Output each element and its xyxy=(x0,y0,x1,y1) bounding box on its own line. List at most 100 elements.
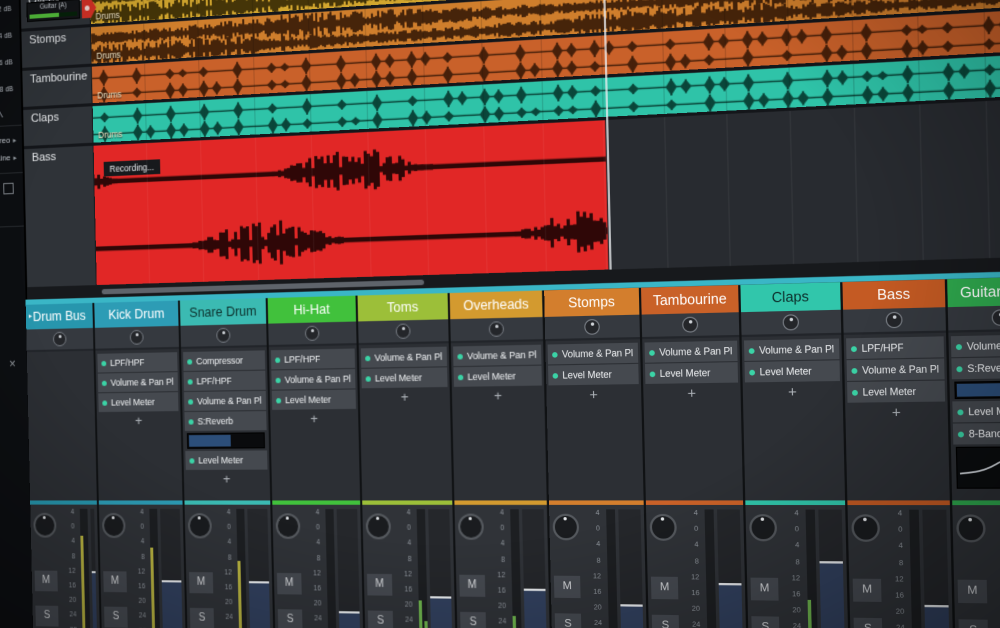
insert-slot[interactable]: Level Meter xyxy=(453,366,541,387)
fader-handle[interactable] xyxy=(249,581,272,628)
channel-name-header[interactable]: Guitar Lead xyxy=(947,276,1000,307)
insert-slot[interactable]: Volume & Pan Plugin xyxy=(744,339,840,361)
input-gain-knob-icon[interactable] xyxy=(396,323,411,339)
insert-slot[interactable]: Level Meter xyxy=(272,389,356,409)
insert-slot[interactable]: Volume & Pan Plugin xyxy=(271,369,355,390)
track-header[interactable]: Stomps xyxy=(21,27,91,68)
input-gain-knob-icon[interactable] xyxy=(886,312,903,329)
channel-name-header[interactable]: Tambourine xyxy=(641,285,739,315)
solo-button[interactable]: S xyxy=(35,606,58,627)
mute-button[interactable]: M xyxy=(750,578,778,601)
mute-button[interactable]: M xyxy=(651,577,678,600)
pan-knob[interactable] xyxy=(102,513,126,538)
fader-handle[interactable] xyxy=(430,596,454,628)
add-insert-button[interactable]: + xyxy=(454,387,542,406)
fader-handle[interactable] xyxy=(819,561,846,628)
insert-slot[interactable]: Level Meter xyxy=(952,400,1000,422)
solo-button[interactable]: S xyxy=(854,618,883,628)
insert-slot[interactable]: LPF/HPF xyxy=(846,336,944,359)
solo-button[interactable]: S xyxy=(104,607,128,628)
solo-button[interactable]: S xyxy=(652,615,679,628)
track-header-bass[interactable]: Bass Guitar (A) xyxy=(24,146,97,287)
solo-button[interactable]: S xyxy=(958,619,988,628)
insert-slot[interactable]: S:Reverb xyxy=(184,411,266,431)
input-gain-knob-icon[interactable] xyxy=(992,309,1000,326)
solo-button[interactable]: S xyxy=(368,610,393,628)
solo-button[interactable]: S xyxy=(278,609,303,628)
insert-slot[interactable]: Volume & Pan Plugin xyxy=(847,358,945,380)
fader-handle[interactable] xyxy=(162,580,184,628)
fader-handle[interactable] xyxy=(339,611,362,628)
add-insert-button[interactable]: + xyxy=(362,388,448,407)
checkbox[interactable] xyxy=(3,183,14,195)
insert-slot[interactable]: Level Meter xyxy=(645,362,738,384)
pan-knob[interactable] xyxy=(851,514,880,542)
channel-name-header[interactable]: Stomps xyxy=(544,288,639,317)
pan-knob[interactable] xyxy=(552,514,579,541)
insert-slot[interactable]: Volume & Pan Plugin xyxy=(548,343,639,365)
input-gain-knob-icon[interactable] xyxy=(305,326,320,341)
send-level-slider[interactable] xyxy=(187,432,265,449)
input-gain-knob-icon[interactable] xyxy=(53,332,67,347)
pan-knob[interactable] xyxy=(649,514,677,541)
pan-knob[interactable] xyxy=(188,513,212,538)
add-insert-button[interactable]: + xyxy=(745,382,840,402)
io-option-stereo[interactable]: Stereo▸ xyxy=(0,135,16,146)
channel-name-header[interactable]: Overheads xyxy=(450,290,543,319)
add-insert-button[interactable]: + xyxy=(645,384,738,403)
track-header[interactable]: Tambourine xyxy=(22,67,92,107)
mute-button[interactable]: M xyxy=(853,579,882,602)
channel-name-header[interactable]: Bass xyxy=(842,279,945,309)
insert-slot[interactable]: Level Meter xyxy=(98,392,178,412)
fader-track[interactable] xyxy=(247,509,272,628)
fader-track[interactable] xyxy=(160,509,184,628)
insert-slot[interactable]: Level Meter xyxy=(185,450,267,470)
input-gain-knob-icon[interactable] xyxy=(216,328,230,343)
fader-handle[interactable] xyxy=(92,571,99,628)
mute-button[interactable]: M xyxy=(459,575,485,597)
fader-track[interactable] xyxy=(90,509,98,628)
input-gain-knob-icon[interactable] xyxy=(489,321,504,337)
pan-knob[interactable] xyxy=(33,513,56,538)
insert-slot[interactable]: Level Meter xyxy=(744,360,840,382)
insert-slot[interactable]: LPF/HPF xyxy=(184,371,266,391)
fader-track[interactable] xyxy=(922,510,951,628)
input-gain-knob-icon[interactable] xyxy=(584,319,600,335)
insert-slot[interactable]: LPF/HPF xyxy=(97,352,177,372)
recording-clip[interactable]: Recording... xyxy=(94,120,609,285)
pan-knob[interactable] xyxy=(366,513,392,539)
pan-knob[interactable] xyxy=(749,514,777,541)
fader-track[interactable] xyxy=(522,509,548,628)
insert-slot[interactable]: Volume & Pan Plugin xyxy=(98,372,178,392)
mute-button[interactable]: M xyxy=(35,571,58,592)
fader-track[interactable] xyxy=(428,509,454,628)
fader-track[interactable] xyxy=(818,510,846,628)
add-insert-button[interactable]: + xyxy=(548,385,639,404)
mute-button[interactable]: M xyxy=(367,574,392,596)
channel-name-header[interactable]: Snare Drum xyxy=(180,298,266,326)
input-gain-knob-icon[interactable] xyxy=(682,317,698,333)
solo-button[interactable]: S xyxy=(555,613,582,628)
add-insert-button[interactable]: + xyxy=(186,471,268,488)
add-insert-button[interactable]: + xyxy=(848,403,946,423)
insert-slot[interactable]: Level Meter xyxy=(847,381,945,403)
insert-slot[interactable]: 8-Band Equaliser xyxy=(953,423,1000,445)
pan-knob[interactable] xyxy=(956,514,986,542)
fader-handle[interactable] xyxy=(719,583,745,628)
close-icon[interactable]: × xyxy=(9,358,16,370)
fader-handle[interactable] xyxy=(524,589,549,628)
channel-name-header[interactable]: ▸ Drum Bus xyxy=(26,303,93,330)
insert-slot[interactable]: Volume & Pan Plugin xyxy=(644,341,737,363)
mute-button[interactable]: M xyxy=(189,572,213,593)
solo-button[interactable]: S xyxy=(460,612,486,628)
fader-handle[interactable] xyxy=(924,605,951,628)
mute-button[interactable]: M xyxy=(277,573,302,595)
fader-track[interactable] xyxy=(618,509,645,628)
solo-button[interactable]: S xyxy=(751,616,779,628)
channel-name-header[interactable]: Claps xyxy=(740,282,840,312)
insert-slot[interactable]: Level Meter xyxy=(548,364,639,386)
insert-slot[interactable]: Volume & Pan Plugin xyxy=(453,345,541,366)
input-gain-knob-icon[interactable] xyxy=(130,330,144,345)
add-insert-button[interactable]: + xyxy=(272,410,356,428)
mute-button[interactable]: M xyxy=(103,571,127,592)
